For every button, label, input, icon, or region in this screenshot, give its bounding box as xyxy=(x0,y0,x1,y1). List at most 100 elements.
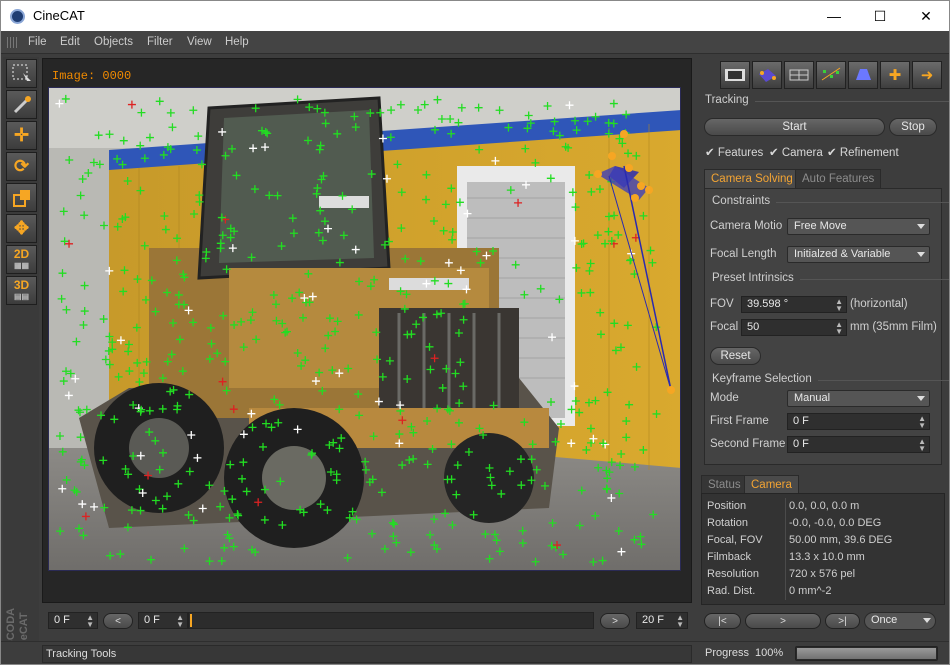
focal-length-select[interactable]: Initialzed & Variable xyxy=(787,246,930,263)
play-button[interactable]: > xyxy=(745,613,821,629)
progress-fill xyxy=(797,648,936,659)
transform-tool-icon[interactable]: ✥ xyxy=(6,214,37,243)
current-frame-field[interactable]: 0 F ▲ ▼ xyxy=(138,612,188,629)
focal-unit: mm (35mm Film) xyxy=(850,321,937,333)
features-checkbox[interactable]: ✔ Features xyxy=(705,145,763,159)
stop-button[interactable]: Stop xyxy=(889,118,937,136)
camera-checkbox[interactable]: ✔ Camera xyxy=(769,145,823,159)
info-row: Position 0.0, 0.0, 0.0 m xyxy=(702,498,944,515)
export-icon[interactable]: ➜ xyxy=(912,61,942,89)
film-strip-icon[interactable] xyxy=(720,61,750,89)
playback-mode-select[interactable]: Once xyxy=(864,612,936,630)
view-3d-button[interactable]: 3D ▤▤ xyxy=(6,276,37,305)
timeline-scrubber[interactable] xyxy=(188,612,594,629)
features-checkbox-label: Features xyxy=(717,147,764,159)
last-frame-button[interactable]: >| xyxy=(825,613,860,629)
chevron-down-icon xyxy=(917,252,925,257)
first-frame-value: 0 F xyxy=(793,415,809,427)
spin-arrows-icon[interactable]: ▲ ▼ xyxy=(918,415,926,430)
menu-edit[interactable]: Edit xyxy=(60,36,80,48)
tab-camera-solving[interactable]: Camera Solving xyxy=(704,169,800,188)
magic-wand-icon[interactable] xyxy=(6,90,37,119)
camera-info-table: Position 0.0, 0.0, 0.0 m Rotation -0.0, -0… xyxy=(701,493,945,605)
scene-illustration xyxy=(49,88,680,570)
focal-value: 50 xyxy=(747,321,760,333)
close-button[interactable]: ✕ xyxy=(903,1,949,31)
spin-arrows-icon[interactable]: ▲ ▼ xyxy=(918,438,926,453)
fov-label: FOV xyxy=(710,298,734,310)
camera-motion-select[interactable]: Free Move xyxy=(787,218,930,235)
scale-tool-icon[interactable] xyxy=(6,183,37,212)
spin-arrows-icon[interactable]: ▲ ▼ xyxy=(176,614,184,629)
minimize-button[interactable]: — xyxy=(811,1,857,31)
view-3d-label: 3D xyxy=(13,277,30,292)
tab-auto-features[interactable]: Auto Features xyxy=(795,169,882,188)
properties-panel: Tracking Start Stop ✔ Features ✔ Camera … xyxy=(701,89,949,465)
fov-unit: (horizontal) xyxy=(850,298,908,310)
camera-motion-value: Free Move xyxy=(794,220,847,232)
info-key: Filmback xyxy=(707,551,752,563)
focal-field[interactable]: 50 ▲ ▼ xyxy=(741,319,847,336)
tracking-image[interactable] xyxy=(48,87,681,571)
mode-select[interactable]: Manual xyxy=(787,390,930,407)
first-frame-button[interactable]: |< xyxy=(704,613,741,629)
menu-objects[interactable]: Objects xyxy=(94,36,133,48)
end-frame-value: 20 F xyxy=(642,614,665,626)
second-frame-field[interactable]: 0 F ▲ ▼ xyxy=(787,436,930,453)
menu-view[interactable]: View xyxy=(187,36,212,48)
info-value: 0 mm^-2 xyxy=(789,585,832,597)
progress-label: Progress xyxy=(705,647,750,659)
playhead[interactable] xyxy=(190,614,192,627)
info-row: Rad. Dist. 0 mm^-2 xyxy=(702,583,944,600)
maximize-button[interactable]: ☐ xyxy=(857,1,903,31)
title-bar: CineCAT — ☐ ✕ xyxy=(1,1,949,31)
camera-object-icon[interactable] xyxy=(752,61,782,89)
camera-motion-label: Camera Motio xyxy=(710,220,783,232)
add-object-icon[interactable]: ✚ xyxy=(880,61,910,89)
tracking-section-title: Tracking xyxy=(705,94,949,106)
plane-object-icon[interactable] xyxy=(848,61,878,89)
info-panel: Status Camera Position 0.0, 0.0, 0.0 m Ro… xyxy=(701,475,946,605)
fov-value: 39.598 ° xyxy=(747,298,789,310)
info-key: Focal, FOV xyxy=(707,534,763,546)
focal-length-label: Focal Length xyxy=(710,248,777,260)
chevron-down-icon xyxy=(923,618,931,623)
view-2d-button[interactable]: 2D ▦▦ xyxy=(6,245,37,274)
playback-controls: |< > >| Once xyxy=(701,611,946,633)
timeline-bar: 0 F ▲ ▼ < 0 F ▲ ▼ > 20 F ▲ ▼ xyxy=(42,607,692,635)
focal-label: Focal xyxy=(710,321,739,333)
grid-icon: ▦▦ xyxy=(13,260,30,270)
grid-object-icon[interactable] xyxy=(784,61,814,89)
select-tool-icon[interactable] xyxy=(6,59,37,88)
menu-file[interactable]: File xyxy=(28,36,47,48)
keyframe-section-title: Keyframe Selection xyxy=(712,373,949,385)
tab-camera[interactable]: Camera xyxy=(744,475,799,494)
end-frame-field[interactable]: 20 F ▲ ▼ xyxy=(636,612,688,629)
rotate-tool-icon[interactable]: ⟳ xyxy=(6,152,37,181)
points-object-icon[interactable] xyxy=(816,61,846,89)
spin-arrows-icon[interactable]: ▲ ▼ xyxy=(676,614,684,629)
spin-arrows-icon[interactable]: ▲ ▼ xyxy=(835,321,843,336)
start-button[interactable]: Start xyxy=(704,118,885,136)
menu-help[interactable]: Help xyxy=(225,36,249,48)
move-tool-icon[interactable]: ✛ xyxy=(6,121,37,150)
refinement-checkbox[interactable]: ✔ Refinement xyxy=(827,145,899,159)
prev-frame-button[interactable]: < xyxy=(103,613,133,629)
second-frame-label: Second Frame xyxy=(710,438,786,450)
info-row: Resolution 720 x 576 pel xyxy=(702,566,944,583)
info-key: Resolution xyxy=(707,568,759,580)
fov-field[interactable]: 39.598 ° ▲ ▼ xyxy=(741,296,847,313)
start-frame-field[interactable]: 0 F ▲ ▼ xyxy=(48,612,98,629)
spin-arrows-icon[interactable]: ▲ ▼ xyxy=(86,614,94,629)
app-window: CineCAT — ☐ ✕ File Edit Objects Filter V… xyxy=(0,0,950,665)
tab-status[interactable]: Status xyxy=(701,475,748,494)
reset-button[interactable]: Reset xyxy=(710,347,761,365)
spin-arrows-icon[interactable]: ▲ ▼ xyxy=(835,298,843,313)
image-frame-label: Image: 0000 xyxy=(52,69,132,83)
next-frame-button[interactable]: > xyxy=(600,613,630,629)
menu-filter[interactable]: Filter xyxy=(147,36,173,48)
mode-value: Manual xyxy=(794,392,831,404)
status-message-box: Tracking Tools xyxy=(42,645,692,663)
first-frame-field[interactable]: 0 F ▲ ▼ xyxy=(787,413,930,430)
first-frame-label: First Frame xyxy=(710,415,769,427)
